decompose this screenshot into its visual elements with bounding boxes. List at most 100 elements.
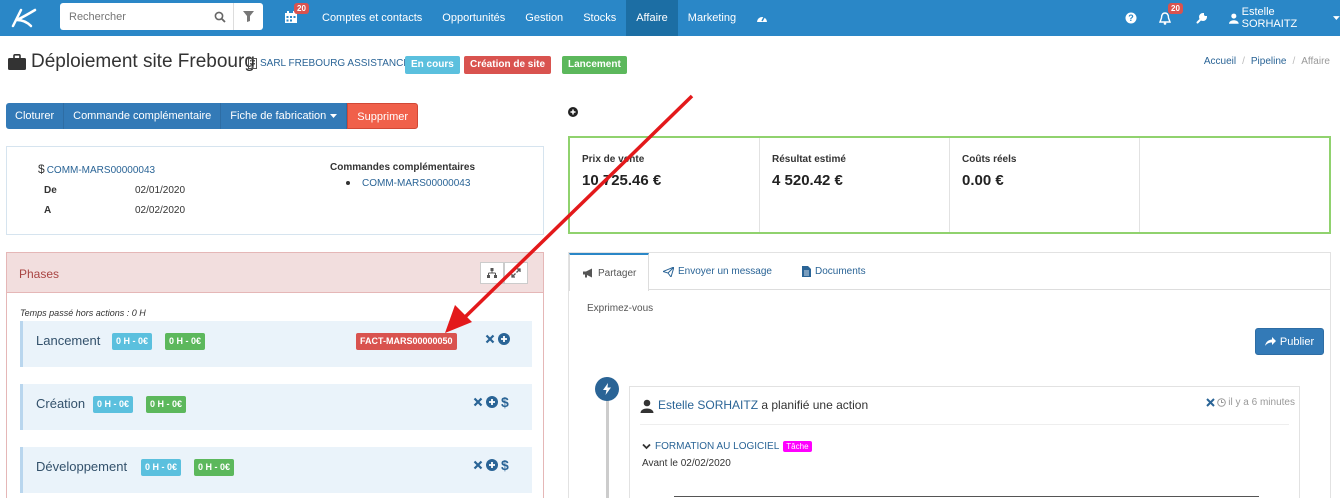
breadcrumb-affaire: Affaire xyxy=(1301,56,1330,67)
complementary-order-link[interactable]: COMM-MARS00000043 xyxy=(362,178,470,189)
activity-feed-panel: Partager Envoyer un message Documents Ex… xyxy=(568,252,1331,498)
phase-row[interactable]: Lancement 0 H - 0€ 0 H - 0€ FACT-MARS000… xyxy=(20,321,532,367)
plus-circle-icon[interactable] xyxy=(486,459,498,471)
divider xyxy=(640,424,1289,425)
tab-partager[interactable]: Partager xyxy=(569,253,650,291)
stat-label: Résultat estimé xyxy=(772,154,846,165)
dollar-icon: $ xyxy=(38,162,45,176)
plus-circle-icon xyxy=(568,107,578,117)
tab-documents[interactable]: Documents xyxy=(802,253,866,290)
phase-row[interactable]: Création 0 H - 0€ 0 H - 0€ $ xyxy=(20,384,532,430)
reorder-button[interactable] xyxy=(480,262,504,284)
post-input[interactable]: Exprimez-vous xyxy=(587,303,653,314)
close-icon[interactable] xyxy=(485,334,495,344)
close-icon[interactable] xyxy=(473,460,483,470)
dollar-icon[interactable]: $ xyxy=(501,395,509,409)
menu-marketing[interactable]: Marketing xyxy=(678,0,746,36)
activity-user-link[interactable]: Estelle SORHAITZ xyxy=(658,398,758,412)
phase-time-tag: 0 H - 0€ xyxy=(112,333,153,350)
breadcrumb-pipeline[interactable]: Pipeline xyxy=(1251,56,1287,67)
stat-real-costs: Coûts réels 0.00 € xyxy=(950,138,1140,232)
menu-comptes-contacts[interactable]: Comptes et contacts xyxy=(312,0,432,36)
stat-estimated-result: Résultat estimé 4 520.42 € xyxy=(760,138,950,232)
close-icon[interactable] xyxy=(473,397,483,407)
task-type-badge: Tâche xyxy=(783,441,812,452)
task-toggle[interactable]: FORMATION AU LOGICIEL Tâche xyxy=(642,441,812,452)
sitemap-icon xyxy=(487,268,497,278)
publier-button[interactable]: Publier xyxy=(1255,328,1324,355)
tab-label: Envoyer un message xyxy=(678,266,772,277)
paper-plane-icon xyxy=(663,266,674,277)
phase-cost-tag: 0 H - 0€ xyxy=(165,333,206,350)
user-name: Estelle SORHAITZ xyxy=(1241,6,1298,30)
phase-actions: $ xyxy=(473,395,509,409)
dollar-icon[interactable]: $ xyxy=(501,458,509,472)
phase-name: Création xyxy=(36,396,86,411)
search-input[interactable] xyxy=(60,4,200,29)
user-icon xyxy=(1229,13,1239,24)
phase-cost-tag: 0 H - 0€ xyxy=(194,459,235,476)
activity-item: Estelle SORHAITZ a planifié une action i… xyxy=(629,386,1300,498)
app-logo[interactable] xyxy=(0,0,46,36)
supprimer-button[interactable]: Supprimer xyxy=(347,103,419,129)
menu-opportunites[interactable]: Opportunités xyxy=(432,0,515,36)
status-label-lancement: Lancement xyxy=(562,56,627,74)
help-button[interactable]: ? xyxy=(1125,0,1137,36)
fiche-fabrication-label: Fiche de fabrication xyxy=(230,110,327,122)
close-icon[interactable] xyxy=(1206,398,1216,407)
stats-toggle-button[interactable] xyxy=(568,106,578,120)
order-reference[interactable]: $ COMM-MARS00000043 xyxy=(38,162,155,176)
financial-stats: Prix de vente 10 725.46 € Résultat estim… xyxy=(568,136,1331,234)
stat-empty xyxy=(1140,138,1329,232)
divider xyxy=(674,496,1259,497)
tab-label: Documents xyxy=(815,266,866,277)
phase-row[interactable]: Développement 0 H - 0€ 0 H - 0€ $ xyxy=(20,447,532,493)
status-label-en-cours: En cours xyxy=(405,56,460,74)
expand-button[interactable] xyxy=(504,262,528,284)
top-navbar: 20 Comptes et contacts Opportunités Gest… xyxy=(0,0,1340,36)
chevron-down-icon xyxy=(642,443,651,450)
filter-icon xyxy=(243,11,254,22)
breadcrumb-accueil[interactable]: Accueil xyxy=(1204,56,1236,67)
from-value: 02/01/2020 xyxy=(135,185,186,196)
company-name: SARL FREBOURG ASSISTANCE xyxy=(260,58,411,69)
menu-gestion[interactable]: Gestion xyxy=(515,0,573,36)
time-note: Temps passé hors actions : 0 H xyxy=(20,308,146,318)
menu-affaire[interactable]: Affaire xyxy=(626,0,678,36)
dashboard-icon xyxy=(757,16,768,22)
complementary-orders-title: Commandes complémentaires xyxy=(330,162,476,173)
feed-tabs: Partager Envoyer un message Documents xyxy=(569,253,1330,291)
commande-complementaire-button[interactable]: Commande complémentaire xyxy=(64,103,222,129)
user-icon xyxy=(640,399,654,413)
invoice-tag[interactable]: FACT-MARS00000050 xyxy=(356,333,457,350)
calendar-button[interactable]: 20 xyxy=(283,3,309,28)
dashboard-button[interactable] xyxy=(746,0,778,36)
search-button[interactable] xyxy=(205,3,235,30)
tab-envoyer-message[interactable]: Envoyer un message xyxy=(663,253,772,290)
activity-text: Estelle SORHAITZ a planifié une action xyxy=(658,398,868,412)
menu-stocks[interactable]: Stocks xyxy=(573,0,626,36)
notifications-button[interactable]: 20 xyxy=(1159,0,1183,36)
phase-name: Développement xyxy=(36,459,128,474)
filter-button[interactable] xyxy=(233,3,263,30)
page-title-text: Déploiement site Frebourg xyxy=(31,51,255,72)
settings-button[interactable] xyxy=(1196,0,1208,36)
activity-action: a planifié une action xyxy=(761,398,869,412)
wrench-icon xyxy=(1196,12,1208,24)
caret-down-icon xyxy=(330,113,338,118)
cloturer-button[interactable]: Cloturer xyxy=(6,103,65,129)
order-info-panel: $ COMM-MARS00000043 De 02/01/2020 A 02/02… xyxy=(6,146,544,235)
fiche-fabrication-dropdown[interactable]: Fiche de fabrication xyxy=(221,103,348,129)
breadcrumb: Accueil / Pipeline / Affaire xyxy=(1203,56,1330,67)
plus-circle-icon[interactable] xyxy=(498,333,510,345)
company-link[interactable]: SARL FREBOURG ASSISTANCE xyxy=(248,58,410,69)
user-menu[interactable]: Estelle SORHAITZ xyxy=(1229,0,1340,36)
page-title: Déploiement site Frebourg xyxy=(8,51,255,73)
calendar-badge: 20 xyxy=(294,3,309,14)
file-icon xyxy=(802,266,811,277)
task-due-date: Avant le 02/02/2020 xyxy=(642,458,731,469)
action-buttons: Cloturer Commande complémentaire Fiche d… xyxy=(6,103,419,129)
plus-circle-icon[interactable] xyxy=(486,396,498,408)
stat-value: 4 520.42 € xyxy=(772,172,843,189)
search-box xyxy=(60,3,263,30)
